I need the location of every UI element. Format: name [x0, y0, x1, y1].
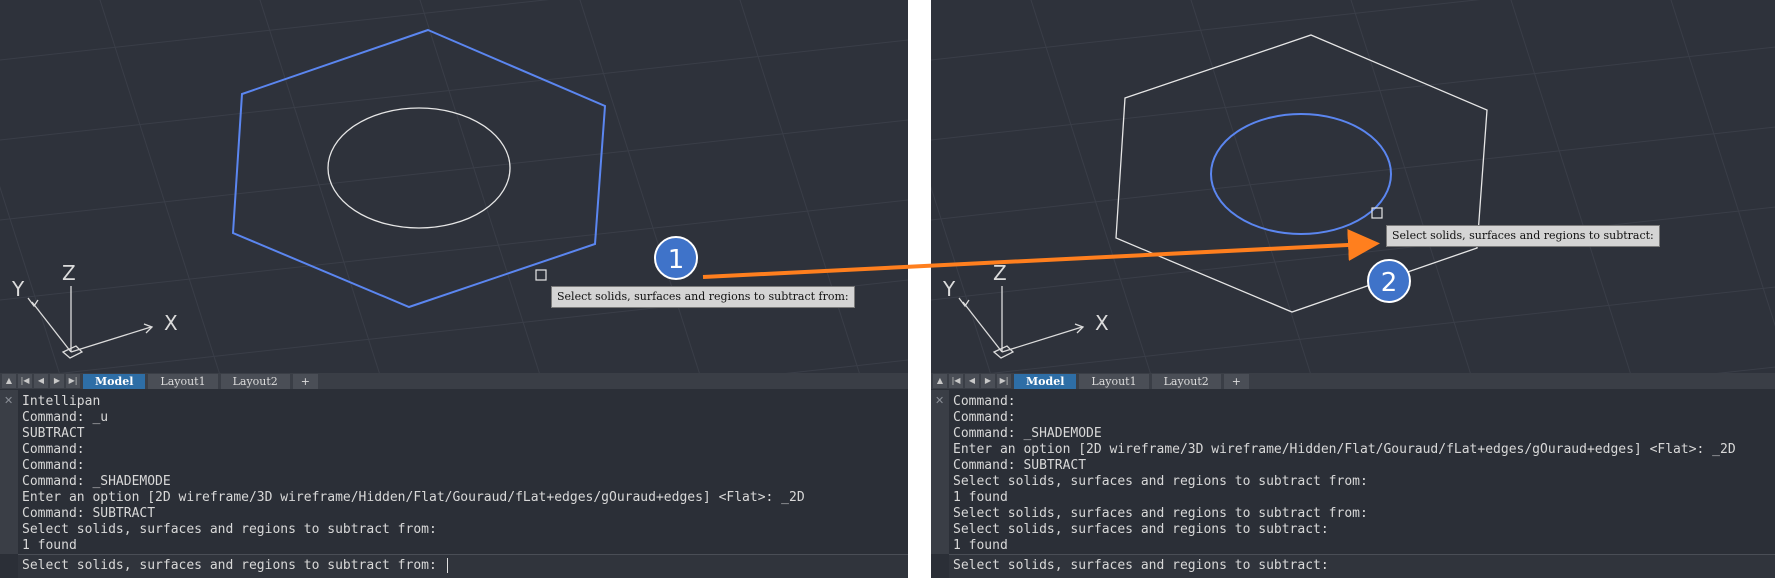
ucs-z-label: Z: [993, 261, 1007, 285]
history-line: 1 found: [953, 490, 1008, 505]
command-prompt: Select solids, surfaces and regions to s…: [22, 558, 445, 573]
history-line: Command:: [953, 410, 1016, 425]
ucs-x-label: X: [164, 311, 178, 335]
command-history: Intellipan Command: _u SUBTRACT Command:…: [22, 394, 805, 554]
circle-selected[interactable]: [1210, 113, 1392, 235]
model-viewport[interactable]: X Y Z Select solids, surfaces and region…: [931, 0, 1775, 375]
history-line: Select solids, surfaces and regions to s…: [953, 474, 1368, 489]
command-tooltip: Select solids, surfaces and regions to s…: [551, 286, 855, 308]
layout-tab-bar: ▲ |◀ ◀ ▶ ▶| Model Layout1 Layout2 +: [0, 373, 908, 389]
tab-model[interactable]: Model: [83, 373, 146, 389]
history-line: Command: SUBTRACT: [953, 458, 1087, 473]
ucs-icon: [958, 286, 1085, 359]
history-line: Command: _u: [22, 410, 109, 425]
history-line: 1 found: [22, 538, 77, 553]
command-gutter: ✕: [931, 390, 949, 554]
nav-last-icon[interactable]: ▶|: [66, 374, 80, 388]
close-icon[interactable]: ✕: [935, 395, 944, 406]
command-input[interactable]: Select solids, surfaces and regions to s…: [949, 554, 1775, 578]
history-line: Select solids, surfaces and regions to s…: [953, 522, 1329, 537]
history-line: Command:: [22, 442, 85, 457]
tab-model[interactable]: Model: [1014, 373, 1077, 389]
command-prompt: Select solids, surfaces and regions to s…: [953, 558, 1329, 573]
command-input[interactable]: Select solids, surfaces and regions to s…: [18, 554, 908, 578]
nav-first-icon[interactable]: |◀: [18, 374, 32, 388]
command-line-window: ✕ Command: Command: Command: _SHADEMODE …: [931, 390, 1775, 578]
history-line: 1 found: [953, 538, 1008, 553]
history-line: Select solids, surfaces and regions to s…: [22, 522, 437, 537]
circle-outline[interactable]: [327, 107, 511, 229]
tab-layout2[interactable]: Layout2: [1151, 373, 1221, 389]
tab-layout1[interactable]: Layout1: [148, 373, 218, 389]
close-icon[interactable]: ✕: [4, 395, 13, 406]
grid: [931, 0, 1775, 375]
command-gutter: ✕: [0, 390, 18, 554]
layout-tab-bar: ▲ |◀ ◀ ▶ ▶| Model Layout1 Layout2 +: [931, 373, 1775, 389]
add-layout-button[interactable]: +: [292, 373, 319, 389]
drawing-window-right: X Y Z Select solids, surfaces and region…: [931, 0, 1775, 578]
hexagon-outline[interactable]: [1115, 34, 1488, 313]
history-line: Select solids, surfaces and regions to s…: [953, 506, 1368, 521]
ucs-y-label: Y: [942, 277, 956, 301]
nav-up-icon[interactable]: ▲: [2, 374, 16, 388]
history-line: Command: _SHADEMODE: [953, 426, 1102, 441]
nav-next-icon[interactable]: ▶: [50, 374, 64, 388]
command-tooltip: Select solids, surfaces and regions to s…: [1386, 225, 1660, 247]
command-line-window: ✕ Intellipan Command: _u SUBTRACT Comman…: [0, 390, 908, 578]
history-line: Command: _SHADEMODE: [22, 474, 171, 489]
history-line: Command: SUBTRACT: [22, 506, 156, 521]
history-line: Command:: [22, 458, 85, 473]
tab-layout1[interactable]: Layout1: [1079, 373, 1149, 389]
model-viewport[interactable]: X Y Z Select solids, surfaces and region…: [0, 0, 908, 375]
hexagon-selected[interactable]: [231, 28, 607, 309]
nav-prev-icon[interactable]: ◀: [34, 374, 48, 388]
history-line: Intellipan: [22, 394, 101, 409]
drawing-window-left: X Y Z Select solids, surfaces and region…: [0, 0, 908, 578]
text-caret: [446, 558, 448, 573]
add-layout-button[interactable]: +: [1223, 373, 1250, 389]
history-line: Enter an option [2D wireframe/3D wirefra…: [953, 442, 1736, 457]
history-line: Command:: [953, 394, 1016, 409]
nav-last-icon[interactable]: ▶|: [997, 374, 1011, 388]
tab-layout2[interactable]: Layout2: [220, 373, 290, 389]
history-line: Enter an option [2D wireframe/3D wirefra…: [22, 490, 805, 505]
pick-box-cursor: [535, 269, 547, 281]
nav-next-icon[interactable]: ▶: [981, 374, 995, 388]
ucs-x-label: X: [1095, 311, 1109, 335]
nav-prev-icon[interactable]: ◀: [965, 374, 979, 388]
nav-up-icon[interactable]: ▲: [933, 374, 947, 388]
ucs-icon: [27, 286, 154, 359]
nav-first-icon[interactable]: |◀: [949, 374, 963, 388]
ucs-y-label: Y: [11, 277, 25, 301]
command-history: Command: Command: Command: _SHADEMODE En…: [953, 394, 1736, 554]
history-line: SUBTRACT: [22, 426, 85, 441]
grid: [0, 0, 908, 375]
ucs-z-label: Z: [62, 261, 76, 285]
